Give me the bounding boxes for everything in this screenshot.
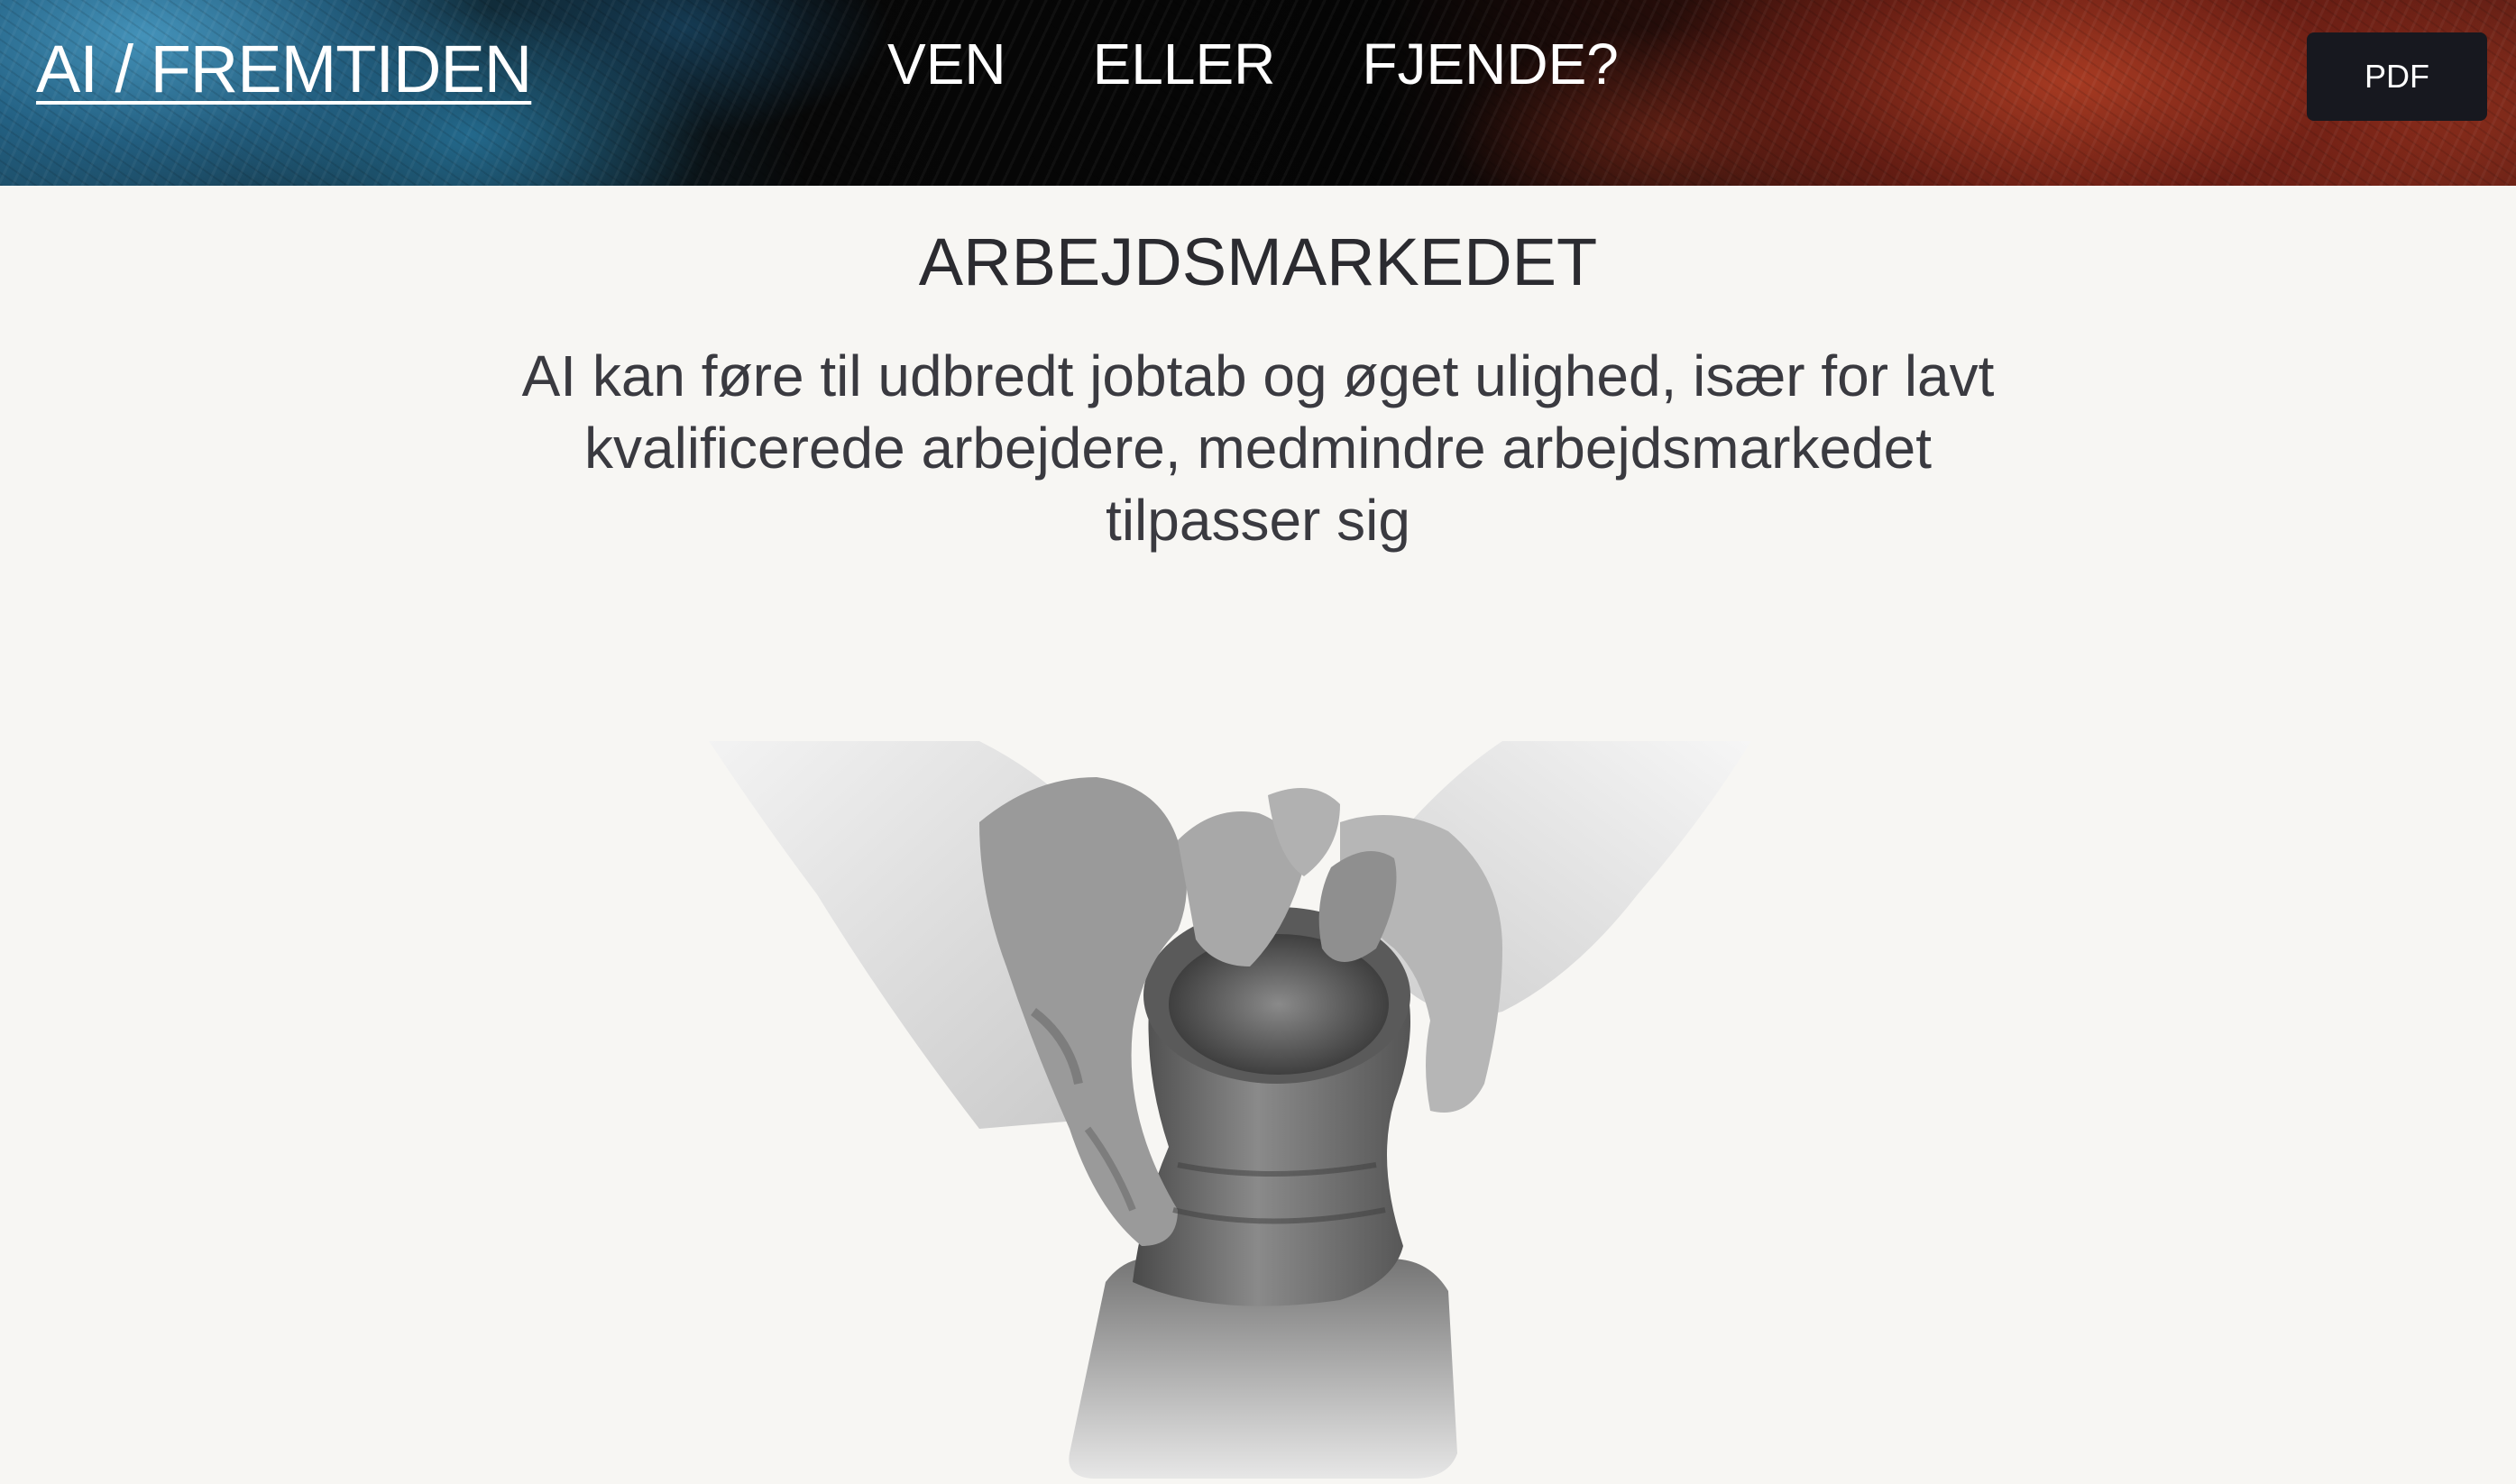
pdf-button[interactable]: PDF	[2307, 32, 2487, 121]
nav-item-fjende[interactable]: FJENDE?	[1362, 31, 1619, 97]
main-nav: VEN ELLER FJENDE?	[887, 31, 1619, 97]
nav-item-ven[interactable]: VEN	[887, 31, 1006, 97]
section-text: AI kan føre til udbredt jobtab og øget u…	[521, 344, 1995, 553]
nav-item-eller[interactable]: ELLER	[1093, 31, 1276, 97]
site-header: AI / FREMTIDEN VEN ELLER FJENDE? PDF	[0, 0, 2516, 186]
main-content: ARBEJDSMARKEDET AI kan føre til udbredt …	[0, 186, 2516, 556]
section-title: ARBEJDSMARKEDET	[918, 224, 1598, 299]
pottery-hands-image	[709, 741, 1751, 1479]
brand-link[interactable]: AI / FREMTIDEN	[36, 31, 532, 107]
